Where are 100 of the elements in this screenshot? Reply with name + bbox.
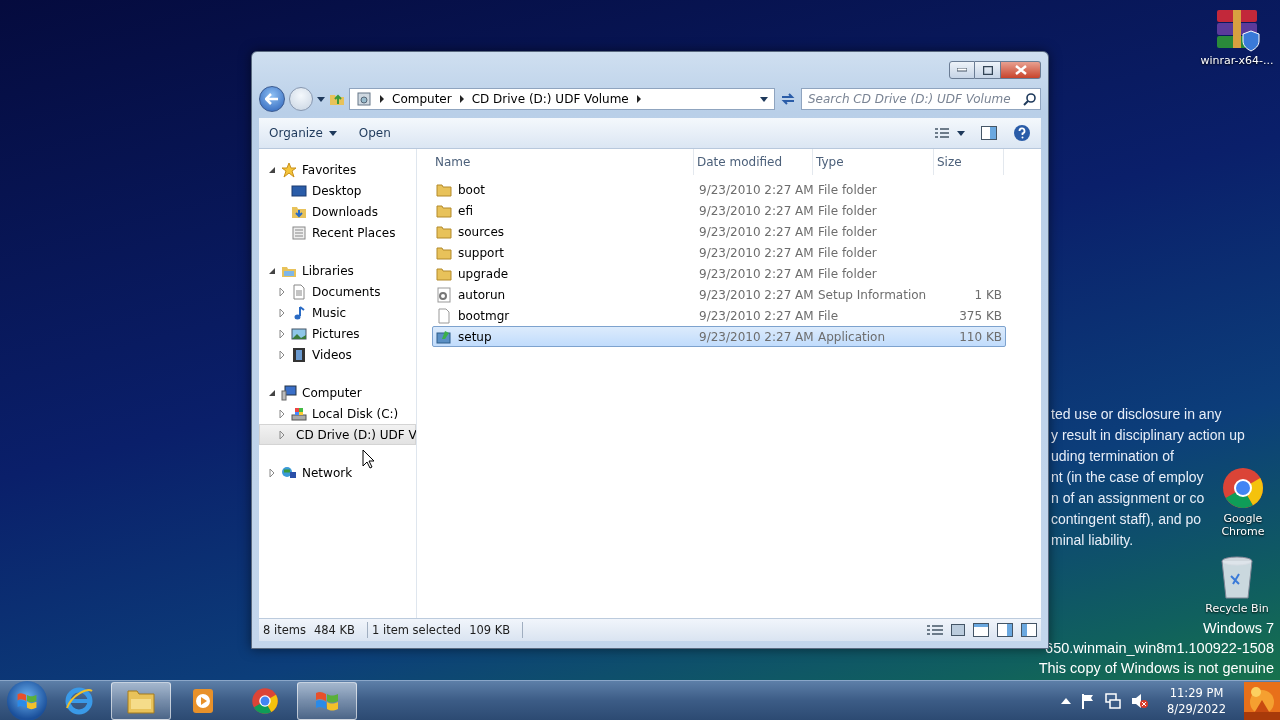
minimize-button[interactable] bbox=[949, 61, 975, 79]
clock-time[interactable]: 11:29 PM bbox=[1169, 684, 1224, 701]
watermark-text: Windows 7 bbox=[1203, 620, 1274, 636]
folder-icon bbox=[436, 223, 452, 240]
status-text: 1 item selected bbox=[371, 623, 463, 637]
layout-icon[interactable] bbox=[1021, 623, 1037, 637]
nav-section[interactable]: Libraries bbox=[259, 260, 416, 281]
close-button[interactable] bbox=[1001, 61, 1041, 79]
flag-icon[interactable] bbox=[1081, 692, 1096, 709]
size-cell-text: 1 KB bbox=[973, 287, 1003, 302]
mouse-cursor-icon bbox=[362, 449, 375, 469]
toolbar-button[interactable]: Organize bbox=[269, 126, 337, 140]
file-row[interactable]: autorun 9/23/2010 2:27 AM Setup Information 1 KB bbox=[432, 284, 1006, 305]
notice-text-line: uding termination of bbox=[1051, 447, 1174, 466]
toolbar-button[interactable]: Open bbox=[358, 126, 391, 140]
browser-logo-icon bbox=[251, 686, 279, 715]
layout-icon[interactable] bbox=[973, 623, 989, 637]
collapsed-arrow-icon[interactable] bbox=[278, 329, 286, 338]
collapsed-arrow-icon[interactable] bbox=[278, 287, 286, 296]
collapsed-arrow-icon[interactable] bbox=[278, 430, 286, 439]
nav-item[interactable]: Desktop bbox=[259, 180, 416, 201]
show-hidden-icons-icon[interactable] bbox=[1061, 697, 1072, 704]
nav-section[interactable]: Network bbox=[259, 462, 416, 483]
notice-text-line: nt (in the case of employ bbox=[1051, 468, 1204, 487]
file-name: upgrade bbox=[458, 266, 509, 281]
layout-icon[interactable] bbox=[997, 623, 1013, 637]
breadcrumb[interactable]: CD Drive (D:) UDF Volume bbox=[471, 92, 629, 106]
column-header[interactable]: Date modified bbox=[694, 149, 813, 175]
network-icon[interactable] bbox=[1105, 692, 1122, 709]
file-row[interactable]: upgrade 9/23/2010 2:27 AM File folder bbox=[432, 263, 1006, 284]
search-icon bbox=[1023, 92, 1036, 106]
date-cell-text: 9/23/2010 2:27 AM bbox=[698, 224, 814, 239]
clock-date[interactable]: 8/29/2022 bbox=[1167, 700, 1226, 717]
file-name: efi bbox=[458, 203, 473, 218]
nav-item[interactable]: CD Drive (D:) UDF V bbox=[259, 424, 416, 445]
date-cell-text: 9/23/2010 2:27 AM bbox=[698, 308, 814, 323]
nav-item[interactable]: Local Disk (C:) bbox=[259, 403, 416, 424]
status-text: 8 items bbox=[262, 623, 307, 637]
column-header[interactable]: Type bbox=[813, 149, 934, 175]
folder-icon bbox=[436, 181, 452, 198]
desktop-icon-label[interactable]: winrar-x64-... bbox=[1200, 54, 1274, 68]
type-cell-text: File folder bbox=[817, 182, 878, 197]
file-row[interactable]: efi 9/23/2010 2:27 AM File folder bbox=[432, 200, 1006, 221]
caret-icon bbox=[328, 130, 337, 136]
type-cell-text: File folder bbox=[817, 245, 878, 260]
collapsed-arrow-icon[interactable] bbox=[278, 308, 286, 317]
file-name: support bbox=[458, 245, 505, 260]
nav-section[interactable]: Favorites bbox=[259, 159, 416, 180]
column-header[interactable]: Size bbox=[934, 149, 1004, 175]
close-icon bbox=[1014, 65, 1027, 75]
file-row[interactable]: sources 9/23/2010 2:27 AM File folder bbox=[432, 221, 1006, 242]
nav-section[interactable]: Computer bbox=[259, 382, 416, 403]
expanded-arrow-icon[interactable] bbox=[268, 165, 276, 174]
nav-item[interactable]: Pictures bbox=[259, 323, 416, 344]
installer-icon bbox=[436, 328, 452, 345]
back-button[interactable] bbox=[259, 86, 285, 112]
date-cell-text: 9/23/2010 2:27 AM bbox=[698, 287, 814, 302]
gear-file-icon bbox=[436, 286, 452, 303]
nav-item[interactable]: Downloads bbox=[259, 201, 416, 222]
taskbar-button[interactable] bbox=[297, 681, 357, 720]
file-row[interactable]: support 9/23/2010 2:27 AM File folder bbox=[432, 242, 1006, 263]
maximize-button[interactable] bbox=[975, 61, 1001, 79]
muted-speaker-icon[interactable] bbox=[1131, 692, 1150, 709]
nav-item[interactable]: Videos bbox=[259, 344, 416, 365]
file-name: autorun bbox=[458, 287, 506, 302]
nav-item[interactable]: Recent Places bbox=[259, 222, 416, 243]
folder-icon bbox=[436, 202, 452, 219]
column-header[interactable]: Name bbox=[432, 149, 694, 175]
media-player-icon bbox=[190, 686, 216, 715]
desktop-icon-label[interactable]: Google Chrome bbox=[1203, 512, 1280, 539]
minimize-icon bbox=[957, 68, 967, 72]
file-row[interactable]: bootmgr 9/23/2010 2:27 AM File 375 KB bbox=[432, 305, 1006, 326]
view-options-icon[interactable] bbox=[935, 127, 965, 139]
desktop-icon-label[interactable]: Recycle Bin bbox=[1205, 602, 1269, 616]
notice-text-line: contingent staff), and po bbox=[1051, 510, 1201, 529]
notice-text-line: n of an assignment or co bbox=[1051, 489, 1205, 508]
file-row[interactable]: boot 9/23/2010 2:27 AM File folder bbox=[432, 179, 1006, 200]
breadcrumb[interactable]: Computer bbox=[392, 92, 452, 106]
network-icon bbox=[281, 464, 297, 481]
type-cell-text: File folder bbox=[817, 203, 878, 218]
large-icons-view-icon[interactable] bbox=[951, 624, 965, 636]
taskbar-button[interactable] bbox=[111, 681, 171, 720]
file-row[interactable]: setup 9/23/2010 2:27 AM Application 110 KB bbox=[432, 326, 1006, 347]
search-field[interactable]: Search CD Drive (D:) UDF Volume bbox=[801, 88, 1041, 110]
expanded-arrow-icon[interactable] bbox=[268, 388, 276, 397]
nav-item[interactable]: Documents bbox=[259, 281, 416, 302]
preview-pane-icon[interactable] bbox=[981, 126, 997, 140]
document-icon bbox=[291, 283, 307, 300]
start-button[interactable] bbox=[7, 680, 47, 720]
details-view-icon[interactable] bbox=[927, 624, 943, 636]
address-bar[interactable]: Computer CD Drive (D:) UDF Volume bbox=[349, 88, 775, 110]
film-icon bbox=[291, 346, 307, 363]
collapsed-arrow-icon[interactable] bbox=[278, 409, 286, 418]
expanded-arrow-icon[interactable] bbox=[268, 266, 276, 275]
collapsed-arrow-icon[interactable] bbox=[268, 468, 276, 477]
nav-item[interactable]: Music bbox=[259, 302, 416, 323]
help-icon[interactable] bbox=[1013, 124, 1031, 142]
history-caret-icon bbox=[317, 96, 325, 102]
collapsed-arrow-icon[interactable] bbox=[278, 350, 286, 359]
star-icon bbox=[281, 161, 297, 178]
